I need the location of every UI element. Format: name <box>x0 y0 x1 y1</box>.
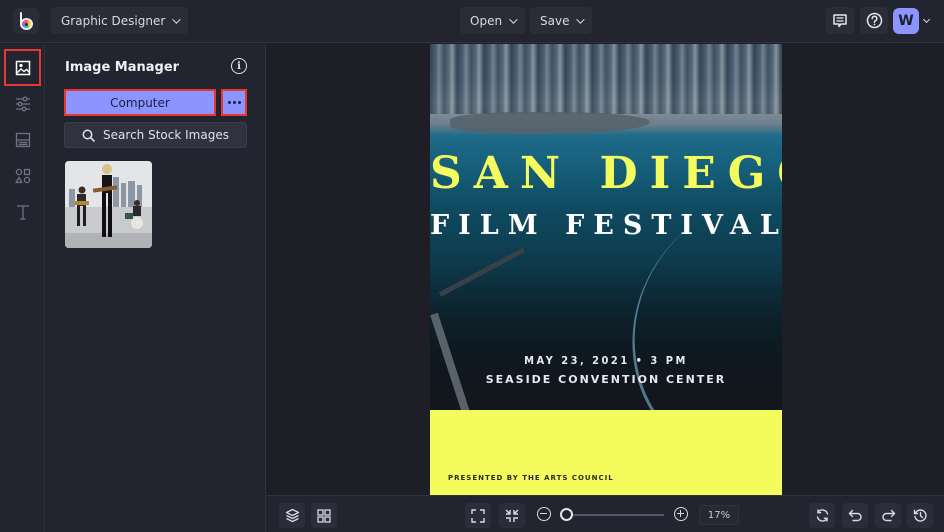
mode-selector-dropdown[interactable]: Graphic Designer <box>51 7 189 34</box>
poster-date-text[interactable]: MAY 23, 2021 • 3 PM <box>430 354 782 367</box>
redo-icon <box>881 509 895 522</box>
pier-image <box>438 247 526 297</box>
refresh-icon <box>816 509 828 522</box>
rail-item-adjustments[interactable] <box>4 85 41 122</box>
redo-button[interactable] <box>875 503 901 528</box>
sliders-icon <box>15 96 30 111</box>
rail-item-graphics[interactable] <box>4 157 41 194</box>
more-upload-options-button[interactable] <box>221 89 247 116</box>
layers-icon <box>285 508 299 523</box>
image-icon <box>15 60 30 75</box>
layers-button[interactable] <box>279 503 305 528</box>
more-dots-icon <box>227 101 231 104</box>
zoom-slider-thumb[interactable] <box>559 508 573 521</box>
undo-button[interactable] <box>842 503 868 528</box>
befunky-logo-icon <box>18 12 34 30</box>
search-stock-images-label: Search Stock Images <box>103 128 229 142</box>
zoom-level-readout[interactable]: 17% <box>699 505 739 525</box>
text-icon <box>16 204 29 220</box>
rail-item-text[interactable] <box>4 193 41 230</box>
app-logo[interactable] <box>13 8 39 34</box>
poster-presented-by-text[interactable]: PRESENTED BY THE ARTS COUNCIL <box>448 474 614 482</box>
app-root: Graphic Designer Open Save W Image Manag… <box>0 0 944 532</box>
canvas-workspace[interactable]: SAN DIEGO FILM FESTIVAL MAY 23, 2021 • 3… <box>266 44 944 495</box>
poster-footer-band[interactable]: PRESENTED BY THE ARTS COUNCIL <box>430 410 782 495</box>
chevron-down-icon <box>576 14 586 24</box>
panel-title: Image Manager <box>65 60 180 75</box>
undo-icon <box>848 509 862 522</box>
shapes-icon <box>14 168 30 183</box>
help-icon <box>866 12 882 29</box>
history-button[interactable] <box>907 503 933 528</box>
expand-icon <box>471 508 485 523</box>
fit-to-screen-button[interactable] <box>465 503 491 528</box>
image-thumbnail[interactable] <box>65 161 152 248</box>
chat-icon <box>833 13 847 27</box>
history-icon <box>913 509 927 522</box>
open-menu-label: Open <box>470 13 503 28</box>
bottom-toolbar: 17% <box>266 495 944 532</box>
shoreline-image <box>450 112 650 134</box>
zoom-out-icon[interactable] <box>537 507 551 521</box>
feedback-button[interactable] <box>826 7 854 34</box>
poster-title-line-1[interactable]: SAN DIEGO <box>430 152 782 196</box>
rail-item-image-manager[interactable] <box>4 49 41 86</box>
chevron-down-icon <box>172 14 181 24</box>
save-menu-button[interactable]: Save <box>530 7 593 34</box>
chevron-down-icon <box>509 14 518 24</box>
search-icon <box>82 129 95 142</box>
save-menu-label: Save <box>540 13 570 28</box>
open-menu-button[interactable]: Open <box>460 7 526 34</box>
top-bar: Graphic Designer Open Save W <box>0 0 944 43</box>
mode-selector-label: Graphic Designer <box>61 13 166 28</box>
zoom-in-icon[interactable] <box>674 507 688 521</box>
tool-rail <box>0 44 45 532</box>
collapse-icon <box>505 509 519 522</box>
help-button[interactable] <box>860 7 888 34</box>
city-skyline-image <box>430 44 782 114</box>
poster-title-line-2[interactable]: FILM FESTIVAL <box>430 212 782 239</box>
actual-size-button[interactable] <box>499 503 525 528</box>
image-manager-panel: Image Manager i Computer Search Stock Im… <box>45 44 266 532</box>
layout-icon <box>15 132 30 147</box>
band-photo-thumbnail <box>65 161 152 248</box>
zoom-slider-track[interactable] <box>562 514 664 516</box>
poster-venue-text[interactable]: SEASIDE CONVENTION CENTER <box>430 373 782 386</box>
account-chevron-down-icon[interactable] <box>922 15 931 24</box>
search-stock-images-button[interactable]: Search Stock Images <box>64 122 247 148</box>
grid-view-button[interactable] <box>311 503 337 528</box>
design-canvas-poster[interactable]: SAN DIEGO FILM FESTIVAL MAY 23, 2021 • 3… <box>430 44 782 495</box>
upload-from-computer-button[interactable]: Computer <box>64 89 216 116</box>
reset-button[interactable] <box>809 503 835 528</box>
grid-icon <box>317 508 331 523</box>
rail-item-layout[interactable] <box>4 121 41 158</box>
user-avatar[interactable]: W <box>893 8 919 34</box>
info-icon[interactable]: i <box>231 58 247 74</box>
